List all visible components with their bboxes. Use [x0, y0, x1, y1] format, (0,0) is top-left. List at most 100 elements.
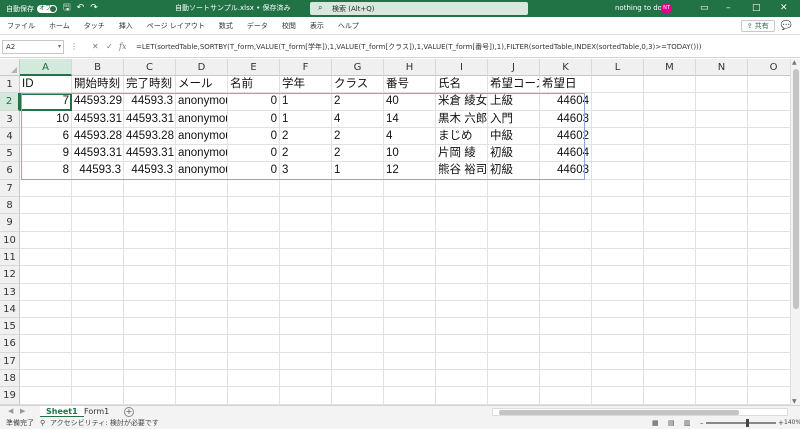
cell-m5[interactable] [644, 145, 696, 163]
cell-d5[interactable]: anonymous [176, 145, 228, 163]
cell-d9[interactable] [176, 214, 228, 232]
cell-b3[interactable]: 44593.31 [72, 110, 124, 128]
cell-m14[interactable] [644, 300, 696, 319]
scroll-up-icon[interactable]: ▲ [792, 59, 797, 66]
cell-e6[interactable]: 0 [228, 162, 280, 180]
cell-k2[interactable]: 44604 [540, 93, 592, 111]
cell-g9[interactable] [332, 214, 384, 232]
cell-k11[interactable] [540, 248, 592, 267]
cell-e10[interactable] [228, 231, 280, 249]
zoom-out-icon[interactable]: – [700, 417, 704, 429]
cell-m16[interactable] [644, 335, 696, 353]
page-break-view-icon[interactable]: ▥ [684, 417, 691, 429]
cell-k4[interactable]: 44602 [540, 127, 592, 146]
cell-d6[interactable]: anonymous [176, 162, 228, 180]
column-header-n[interactable]: N [696, 59, 748, 76]
cell-h16[interactable] [384, 335, 436, 353]
cell-c17[interactable] [124, 352, 176, 371]
cell-n12[interactable] [696, 266, 748, 284]
cell-b1[interactable]: 開始時刻 [72, 76, 124, 94]
cell-a8[interactable] [20, 197, 72, 215]
cell-f13[interactable] [280, 283, 332, 301]
cell-f3[interactable]: 1 [280, 110, 332, 128]
cell-h11[interactable] [384, 248, 436, 267]
cell-o1[interactable] [748, 76, 790, 94]
row-header-1[interactable]: 1 [0, 76, 20, 94]
cell-n18[interactable] [696, 370, 748, 388]
cell-j15[interactable] [488, 318, 540, 336]
cell-h14[interactable] [384, 300, 436, 319]
cell-o12[interactable] [748, 266, 790, 284]
cell-c15[interactable] [124, 318, 176, 336]
cell-m12[interactable] [644, 266, 696, 284]
cell-i17[interactable] [436, 352, 488, 371]
cell-l16[interactable] [592, 335, 644, 353]
cell-e14[interactable] [228, 300, 280, 319]
cell-o19[interactable] [748, 387, 790, 405]
cell-e19[interactable] [228, 387, 280, 405]
cell-o8[interactable] [748, 197, 790, 215]
prev-sheet-icon[interactable]: ◀ [8, 406, 13, 417]
cell-l11[interactable] [592, 248, 644, 267]
cell-c3[interactable]: 44593.31 [124, 110, 176, 128]
cell-f6[interactable]: 3 [280, 162, 332, 180]
undo-icon[interactable]: ↶ [77, 0, 85, 17]
cell-l14[interactable] [592, 300, 644, 319]
cell-a17[interactable] [20, 352, 72, 371]
cell-k18[interactable] [540, 370, 592, 388]
cell-n19[interactable] [696, 387, 748, 405]
cell-e5[interactable]: 0 [228, 145, 280, 163]
zoom-level[interactable]: 140% [784, 417, 800, 429]
cell-l13[interactable] [592, 283, 644, 301]
cell-o7[interactable] [748, 180, 790, 198]
cell-j8[interactable] [488, 197, 540, 215]
cell-h3[interactable]: 14 [384, 110, 436, 128]
cell-c14[interactable] [124, 300, 176, 319]
cell-i16[interactable] [436, 335, 488, 353]
minimize-button[interactable]: – [726, 0, 731, 17]
cell-l7[interactable] [592, 179, 644, 198]
cell-g18[interactable] [332, 370, 384, 388]
comment-icon[interactable]: 💬 [781, 21, 792, 31]
cell-e11[interactable] [228, 248, 280, 267]
cell-g10[interactable] [332, 231, 384, 249]
cell-j19[interactable] [488, 387, 540, 405]
cell-b19[interactable] [72, 387, 124, 405]
cell-a12[interactable] [20, 266, 72, 284]
cell-m2[interactable] [644, 93, 696, 111]
cell-l17[interactable] [592, 352, 644, 371]
row-header-5[interactable]: 5 [0, 145, 20, 163]
row-header-12[interactable]: 12 [0, 266, 20, 284]
cell-n11[interactable] [696, 248, 748, 267]
row-header-14[interactable]: 14 [0, 300, 20, 319]
tab-file[interactable]: ファイル [0, 17, 42, 35]
cell-c19[interactable] [124, 387, 176, 405]
maximize-button[interactable]: □ [752, 0, 761, 17]
cell-f16[interactable] [280, 335, 332, 353]
cell-g4[interactable]: 2 [332, 127, 384, 146]
select-all-button[interactable] [0, 59, 20, 76]
cell-m18[interactable] [644, 370, 696, 388]
row-header-17[interactable]: 17 [0, 352, 20, 371]
tab-page-layout[interactable]: ページ レイアウト [140, 17, 212, 35]
cell-m1[interactable] [644, 76, 696, 94]
cell-j2[interactable]: 上級 [488, 93, 540, 111]
cell-m8[interactable] [644, 197, 696, 215]
close-button[interactable]: ✕ [780, 0, 788, 17]
cell-a6[interactable]: 8 [20, 162, 72, 180]
cell-d10[interactable] [176, 231, 228, 249]
cell-l10[interactable] [592, 231, 644, 249]
cell-o16[interactable] [748, 335, 790, 353]
cell-d16[interactable] [176, 335, 228, 353]
cell-f9[interactable] [280, 214, 332, 232]
vertical-scrollbar[interactable]: ▲ ▼ [790, 59, 800, 405]
column-header-j[interactable]: J [488, 59, 540, 76]
cell-g7[interactable] [332, 179, 384, 198]
cell-a19[interactable] [20, 387, 72, 405]
chevron-down-icon[interactable]: ▾ [58, 41, 61, 53]
cell-a3[interactable]: 10 [20, 110, 72, 128]
row-header-3[interactable]: 3 [0, 110, 20, 128]
cell-b15[interactable] [72, 318, 124, 336]
cell-m4[interactable] [644, 127, 696, 146]
cell-n4[interactable] [696, 127, 748, 146]
